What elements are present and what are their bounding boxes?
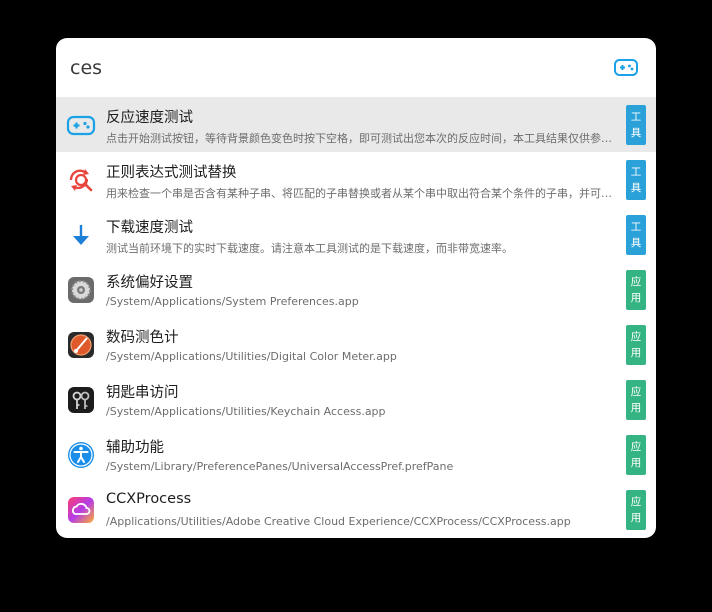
badge-text-bottom: 用: [630, 347, 642, 359]
badge-text-bottom: 用: [630, 402, 642, 414]
result-title: 辅助功能: [106, 440, 164, 456]
launcher-panel: 反应速度测试 点击开始测试按钮，等待背景颜色变色时按下空格，即可测试出您本次的反…: [56, 38, 656, 538]
result-description: /System/Applications/Utilities/Keychain …: [106, 405, 386, 418]
type-badge: 工 具: [626, 160, 646, 200]
badge-text-bottom: 用: [630, 457, 642, 469]
gamepad-icon[interactable]: [613, 56, 639, 80]
badge-text-top: 工: [630, 111, 642, 123]
result-item-system-preferences[interactable]: 系统偏好设置 /System/Applications/System Prefe…: [56, 262, 656, 317]
creative-cloud-icon: [66, 495, 96, 525]
result-title: 数码测色计: [106, 330, 179, 346]
result-item-digital-color-meter[interactable]: 数码测色计 /System/Applications/Utilities/Dig…: [56, 317, 656, 372]
type-badge: 工 具: [626, 105, 646, 145]
badge-text-top: 应: [630, 386, 642, 398]
search-bar: [56, 38, 656, 97]
result-description: /System/Applications/System Preferences.…: [106, 295, 359, 308]
keychain-icon: [66, 385, 96, 415]
badge-text-top: 应: [630, 276, 642, 288]
result-description: /System/Applications/Utilities/Digital C…: [106, 350, 397, 363]
badge-text-top: 应: [630, 496, 642, 508]
result-title: 系统偏好设置: [106, 275, 193, 291]
regex-search-icon: [66, 165, 96, 195]
results-list: 反应速度测试 点击开始测试按钮，等待背景颜色变色时按下空格，即可测试出您本次的反…: [56, 97, 656, 537]
badge-text-top: 工: [630, 166, 642, 178]
color-meter-icon: [66, 330, 96, 360]
result-item-keychain-access[interactable]: 钥匙串访问 /System/Applications/Utilities/Key…: [56, 372, 656, 427]
search-input[interactable]: [70, 55, 590, 81]
type-badge: 应 用: [626, 435, 646, 475]
system-preferences-icon: [66, 275, 96, 305]
result-title: 钥匙串访问: [106, 385, 179, 401]
badge-text-top: 应: [630, 331, 642, 343]
type-badge: 应 用: [626, 490, 646, 530]
result-item-regex-test[interactable]: 正则表达式测试替换 用来检查一个串是否含有某种子串、将匹配的子串替换或者从某个串…: [56, 152, 656, 207]
type-badge: 工 具: [626, 215, 646, 255]
badge-text-top: 应: [630, 441, 642, 453]
type-badge: 应 用: [626, 325, 646, 365]
badge-text-bottom: 具: [630, 237, 642, 249]
result-title: CCXProcess: [106, 491, 192, 507]
result-title: 下载速度测试: [106, 220, 193, 236]
result-item-accessibility[interactable]: 辅助功能 /System/Library/PreferencePanes/Uni…: [56, 427, 656, 482]
type-badge: 应 用: [626, 380, 646, 420]
download-arrow-icon: [66, 220, 96, 250]
result-description: 测试当前环境下的实时下载速度。请注意本工具测试的是下载速度，而非带宽速率。: [106, 242, 513, 255]
badge-text-bottom: 用: [630, 292, 642, 304]
badge-text-bottom: 具: [630, 127, 642, 139]
type-badge: 应 用: [626, 270, 646, 310]
accessibility-icon: [66, 440, 96, 470]
badge-text-top: 工: [630, 221, 642, 233]
result-title: 正则表达式测试替换: [106, 165, 237, 181]
result-item-ccxprocess[interactable]: CCXProcess /Applications/Utilities/Adobe…: [56, 482, 656, 537]
result-description: 用来检查一个串是否含有某种子串、将匹配的子串替换或者从某个串中取出符合某个条件的…: [106, 187, 621, 200]
badge-text-bottom: 用: [630, 512, 642, 524]
badge-text-bottom: 具: [630, 182, 642, 194]
gamepad-icon: [66, 110, 96, 140]
result-description: 点击开始测试按钮，等待背景颜色变色时按下空格，即可测试出您本次的反应时间，本工具…: [106, 132, 621, 145]
result-item-download-speed[interactable]: 下载速度测试 测试当前环境下的实时下载速度。请注意本工具测试的是下载速度，而非带…: [56, 207, 656, 262]
result-description: /Applications/Utilities/Adobe Creative C…: [106, 515, 571, 528]
result-description: /System/Library/PreferencePanes/Universa…: [106, 460, 454, 473]
result-item-reaction-test[interactable]: 反应速度测试 点击开始测试按钮，等待背景颜色变色时按下空格，即可测试出您本次的反…: [56, 97, 656, 152]
result-title: 反应速度测试: [106, 110, 193, 126]
